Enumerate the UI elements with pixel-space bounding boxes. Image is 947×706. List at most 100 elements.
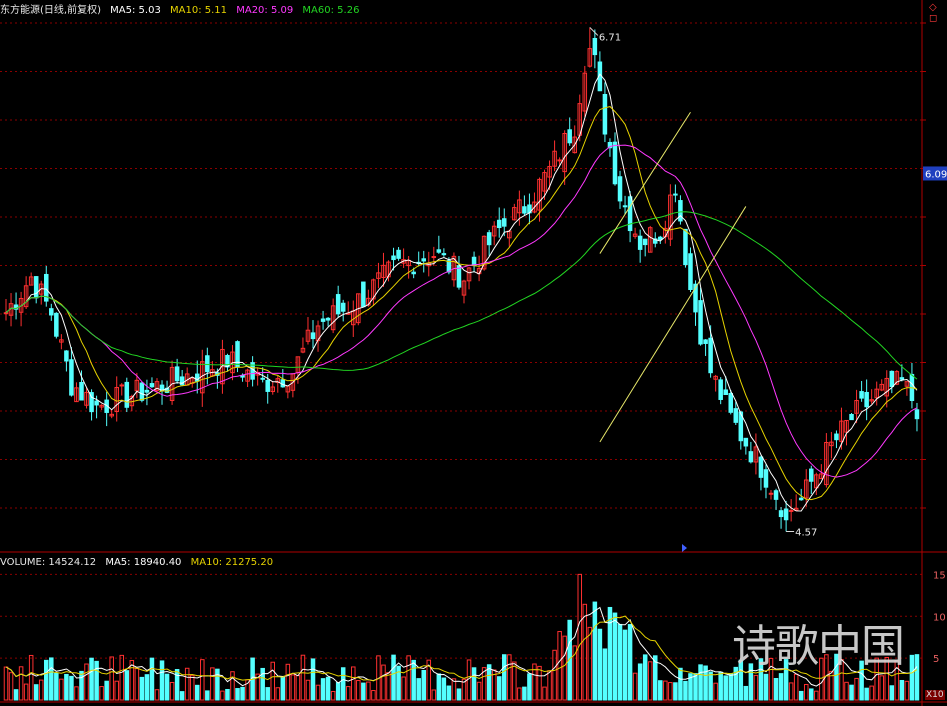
candle-body xyxy=(567,129,572,144)
candle-body xyxy=(849,413,854,421)
candle-body xyxy=(723,389,728,396)
ma10-value: MA10: 5.11 xyxy=(170,5,228,16)
candle-body xyxy=(441,253,447,256)
volume-bar xyxy=(205,690,210,701)
volume-bar xyxy=(456,688,462,701)
candle-body xyxy=(471,256,477,266)
candle-body xyxy=(396,249,401,259)
volume-bar xyxy=(869,685,874,701)
candle-body xyxy=(496,219,502,229)
volume-bar xyxy=(436,673,442,701)
candle-body xyxy=(144,389,150,393)
volume-bar xyxy=(542,686,547,701)
volume-bar xyxy=(340,667,346,701)
volume-bar xyxy=(84,663,89,701)
candle-body xyxy=(205,355,210,373)
volume-bar xyxy=(844,681,849,701)
volume-ma10-value: MA10: 21275.20 xyxy=(190,557,274,568)
volume-bar xyxy=(879,675,884,701)
candle-body xyxy=(139,382,145,401)
volume-bar xyxy=(23,683,29,701)
volume-bar xyxy=(265,687,270,701)
ma10-line xyxy=(5,106,918,501)
candle-body xyxy=(612,141,618,185)
candle-body xyxy=(119,384,125,387)
candle-body xyxy=(174,366,180,382)
volume-bar xyxy=(904,680,910,701)
volume-bar xyxy=(320,678,326,701)
ma60-line xyxy=(5,211,918,380)
volume-bar xyxy=(632,672,638,701)
volume-bar xyxy=(557,631,562,701)
volume-bar xyxy=(627,624,633,701)
volume-bar xyxy=(194,684,200,701)
settings-icon[interactable]: ◇ ◻ xyxy=(929,2,947,24)
volume-bar xyxy=(330,690,336,701)
volume-bar xyxy=(114,680,119,701)
volume-bar xyxy=(577,573,583,701)
candle-body xyxy=(914,409,920,420)
volume-bar xyxy=(773,678,779,701)
volume-bar xyxy=(235,688,240,701)
volume-bar xyxy=(79,670,84,701)
volume-bar xyxy=(814,690,819,701)
volume-bar xyxy=(220,690,225,701)
volume-bar xyxy=(708,671,713,701)
volume-bar xyxy=(849,684,854,701)
volume-bar xyxy=(416,678,421,701)
volume-bar xyxy=(189,674,195,701)
volume-bar xyxy=(668,682,673,701)
candle-body xyxy=(778,510,784,518)
candle-body xyxy=(673,193,678,196)
candle-body xyxy=(79,381,84,401)
candle-body xyxy=(627,196,633,232)
volume-axis-label: 15 xyxy=(933,570,946,581)
candle-body xyxy=(889,370,895,388)
volume-bar xyxy=(315,684,321,701)
volume-bar xyxy=(637,663,643,701)
volume-bar xyxy=(854,677,859,701)
candle-body xyxy=(658,236,663,240)
volume-bar xyxy=(743,685,749,701)
candle-body xyxy=(335,294,341,315)
volume-bar xyxy=(99,686,104,701)
volume-bar xyxy=(909,654,915,701)
ma5-line xyxy=(5,73,918,512)
ma5-value: MA5: 5.03 xyxy=(110,5,161,16)
volume-bar xyxy=(476,681,482,701)
volume-bar xyxy=(411,659,416,701)
candle-body xyxy=(49,308,54,316)
candle-body xyxy=(642,238,648,246)
volume-bar xyxy=(406,655,411,701)
candle-body xyxy=(718,379,723,400)
volume-bar xyxy=(471,667,477,701)
candle-body xyxy=(265,379,270,392)
volume-bar xyxy=(356,680,361,701)
volume-bar xyxy=(507,654,512,701)
volume-bar xyxy=(401,676,406,701)
volume-bar xyxy=(778,673,784,701)
candle-body xyxy=(798,497,804,501)
candle-body xyxy=(592,37,598,56)
candle-body xyxy=(235,341,240,368)
volume-bar xyxy=(139,676,145,701)
candle-body xyxy=(149,383,155,388)
volume-bar xyxy=(441,677,447,701)
volume-bar xyxy=(200,659,205,701)
volume-bar xyxy=(486,664,492,701)
candle-body xyxy=(411,271,416,275)
volume-bar xyxy=(3,666,9,701)
volume-bar xyxy=(698,664,703,701)
volume-bar xyxy=(803,684,809,701)
volume-bar xyxy=(642,654,648,701)
candle-body xyxy=(783,508,789,521)
volume-bar xyxy=(496,676,502,701)
volume-bar xyxy=(300,654,306,701)
volume-bar xyxy=(366,681,371,701)
candle-body xyxy=(557,159,562,162)
candle-body xyxy=(864,391,869,408)
volume-bar xyxy=(149,657,155,701)
candle-body xyxy=(622,205,628,208)
volume-bar xyxy=(592,601,598,701)
volume-bar xyxy=(33,684,39,701)
